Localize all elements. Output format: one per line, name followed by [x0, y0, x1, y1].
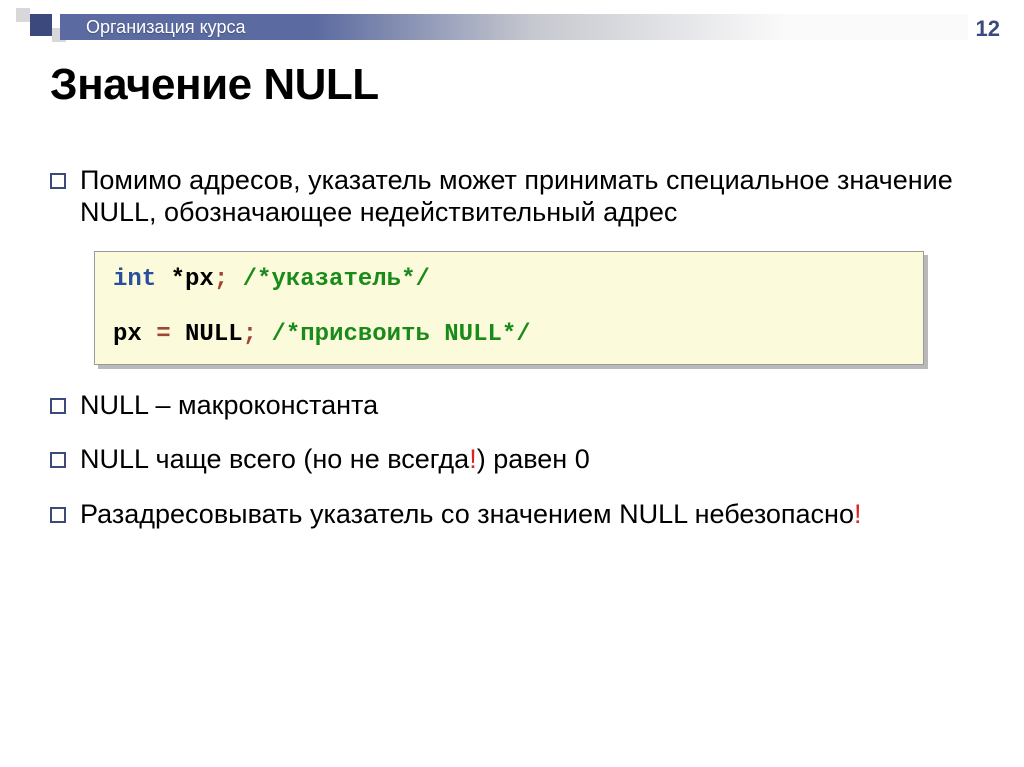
bullet-list: Помимо адресов, указатель может принимат… [50, 164, 974, 229]
code-comment: /*присвоить NULL*/ [271, 321, 530, 348]
code-type: int [113, 266, 156, 293]
accent-exclamation: ! [854, 499, 862, 529]
code-ident: px [113, 321, 156, 348]
list-item: Помимо адресов, указатель может принимат… [50, 164, 974, 229]
bullet-text: Помимо адресов, указатель может принимат… [80, 165, 953, 227]
bullet-text: Разадресовывать указатель со значением N… [80, 499, 854, 529]
accent-exclamation: ! [469, 444, 477, 474]
list-item: NULL чаще всего (но не всегда!) равен 0 [50, 443, 974, 475]
page-number: 12 [976, 16, 1000, 42]
page-title: Значение NULL [50, 60, 379, 110]
content: Помимо адресов, указатель может принимат… [50, 150, 974, 552]
bullet-text: ) равен 0 [477, 444, 590, 474]
code-op: ; [243, 321, 257, 348]
list-item: Разадресовывать указатель со значением N… [50, 498, 974, 530]
code-op: = [156, 321, 185, 348]
code-block: int *px; /*указатель*/ px = NULL; /*прис… [94, 251, 924, 365]
code-blank-line [113, 293, 905, 321]
list-item: NULL – макроконстанта [50, 389, 974, 421]
bullet-text: NULL – макроконстанта [80, 390, 378, 420]
slide: Организация курса 12 Значение NULL Помим… [0, 0, 1024, 767]
code-space [228, 266, 242, 293]
code-space [257, 321, 271, 348]
code-comment: /*указатель*/ [243, 266, 430, 293]
breadcrumb: Организация курса [60, 14, 968, 40]
logo-icon [16, 8, 64, 40]
bullet-text: NULL чаще всего (но не всегда [80, 444, 469, 474]
breadcrumb-text: Организация курса [60, 17, 245, 38]
code-null: NULL [185, 321, 243, 348]
code-op: ; [214, 266, 228, 293]
code-line: px = NULL; /*присвоить NULL*/ [113, 321, 905, 348]
bullet-list: NULL – макроконстанта NULL чаще всего (н… [50, 389, 974, 530]
code-ident: *px [156, 266, 214, 293]
header-bar: Организация курса 12 [0, 8, 1024, 38]
code-line: int *px; /*указатель*/ [113, 266, 905, 293]
